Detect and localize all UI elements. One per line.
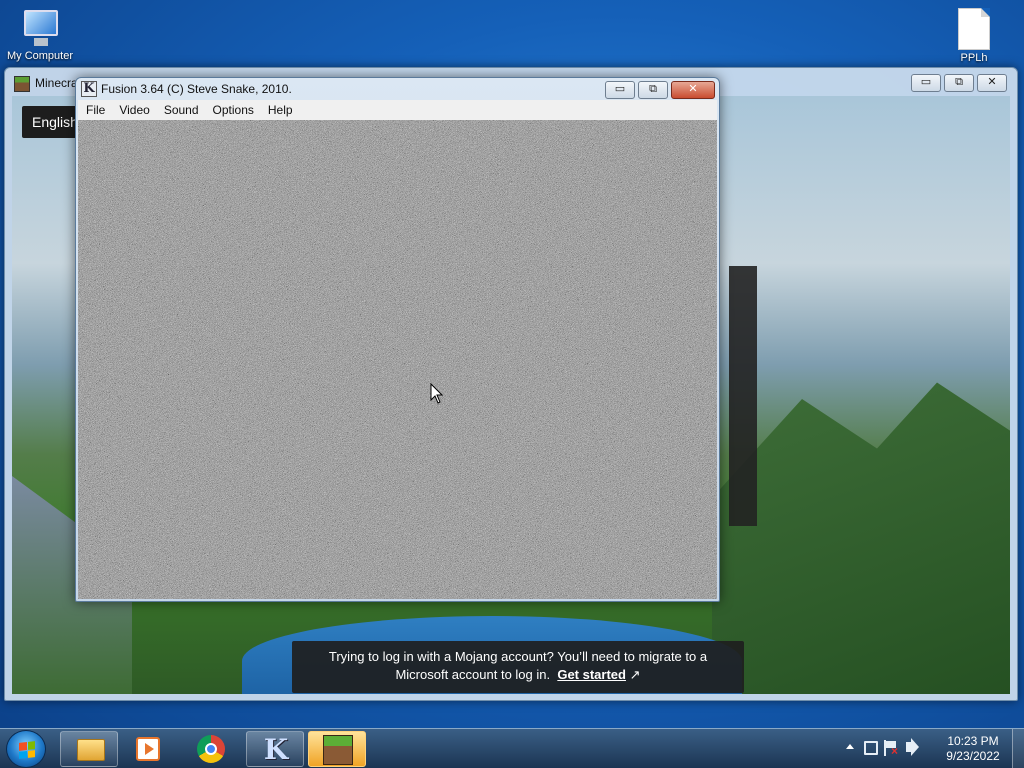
window-titlebar[interactable]: K Fusion 3.64 (C) Steve Snake, 2010. ▭ ⧉… (76, 78, 719, 100)
external-link-icon: ↗ (629, 667, 641, 682)
desktop-icon-label: PPLh (960, 52, 988, 64)
clock-date: 9/23/2022 (946, 749, 1000, 763)
volume-icon[interactable] (906, 742, 912, 752)
clock[interactable]: 10:23 PM 9/23/2022 (938, 734, 1008, 764)
media-player-icon (136, 737, 160, 761)
taskbar: K 10:23 PM 9/23/2022 (0, 728, 1024, 768)
static-noise (78, 120, 717, 599)
minimize-button[interactable]: ▭ (605, 81, 635, 99)
close-button[interactable]: ✕ (671, 81, 715, 99)
taskbar-explorer[interactable] (60, 731, 118, 767)
minecraft-app-icon (14, 76, 30, 92)
action-center-icon[interactable] (884, 740, 898, 757)
minimize-button[interactable]: ▭ (911, 74, 941, 92)
document-icon (958, 8, 990, 50)
taskbar-chrome[interactable] (182, 731, 240, 767)
migration-toast: Trying to log in with a Mojang account? … (292, 641, 744, 693)
window-title: Fusion 3.64 (C) Steve Snake, 2010. (101, 82, 292, 96)
desktop-icon-my-computer[interactable]: My Computer (2, 8, 78, 62)
menu-video[interactable]: Video (117, 103, 157, 117)
clock-time: 10:23 PM (947, 734, 999, 748)
maximize-button[interactable]: ⧉ (638, 81, 668, 99)
desktop-icon-document[interactable]: PPLh (936, 8, 1012, 64)
folder-icon (77, 739, 105, 761)
close-button[interactable]: ✕ (977, 74, 1007, 92)
windows-logo-icon (19, 741, 35, 759)
show-desktop-button[interactable] (1012, 729, 1024, 768)
get-started-link[interactable]: Get started (557, 667, 626, 682)
taskbar-minecraft[interactable] (308, 731, 366, 767)
taskbar-fusion[interactable]: K (246, 731, 304, 767)
network-icon[interactable] (864, 741, 878, 755)
toast-text-line1: Trying to log in with a Mojang account? … (328, 649, 708, 664)
chrome-icon (197, 735, 225, 763)
menu-help[interactable]: Help (266, 103, 301, 117)
menu-bar: File Video Sound Options Help (78, 100, 717, 120)
minecraft-icon (323, 735, 353, 765)
menu-options[interactable]: Options (211, 103, 262, 117)
window-title: Minecra (35, 76, 78, 90)
mouse-cursor-icon (430, 383, 444, 404)
fusion-window: K Fusion 3.64 (C) Steve Snake, 2010. ▭ ⧉… (75, 77, 720, 602)
fusion-app-icon: K (81, 81, 97, 97)
maximize-button[interactable]: ⧉ (944, 74, 974, 92)
show-hidden-icons-icon[interactable] (846, 744, 854, 749)
launcher-panel-edge (729, 266, 757, 526)
menu-sound[interactable]: Sound (162, 103, 207, 117)
desktop-icon-label: My Computer (6, 50, 74, 62)
computer-icon (18, 8, 62, 48)
toast-text-line2: Microsoft account to log in. (395, 667, 551, 682)
system-tray: 10:23 PM 9/23/2022 (840, 729, 1024, 768)
menu-file[interactable]: File (84, 103, 113, 117)
start-button[interactable] (6, 730, 46, 768)
emulator-screen[interactable] (78, 120, 717, 599)
fusion-icon: K (263, 733, 289, 766)
taskbar-media-player[interactable] (120, 731, 178, 767)
